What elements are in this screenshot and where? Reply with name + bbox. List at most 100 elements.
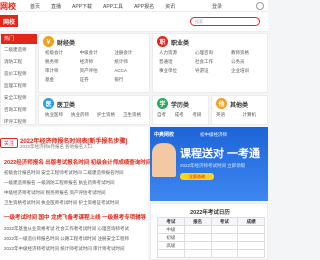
table-header: 考试 xyxy=(210,217,239,226)
table-header: 考试 xyxy=(157,217,185,226)
table-header: 成绩 xyxy=(237,217,265,226)
top-nav-item[interactable]: 直播 xyxy=(51,3,61,10)
panel-link[interactable]: 人力资源 xyxy=(159,50,193,56)
left-list-item[interactable]: 监理工程师 xyxy=(4,83,31,89)
panel-title: 财经类 xyxy=(57,41,76,47)
news-row[interactable]: 2022年中级经济师考试时间 统计师考试时间 审计师考试时间 xyxy=(4,246,125,252)
news-row[interactable]: 卫生资格考试时间 执业医师考试时间 护士资格证考试时间 xyxy=(4,200,119,206)
banner-tagline: 初中级经济师 xyxy=(200,132,227,137)
left-list-item[interactable]: 咨询工程师 xyxy=(4,107,31,113)
banner-sub: 2022年经济师考试时间 立即领取 xyxy=(180,163,246,168)
panel-link[interactable]: ACCA xyxy=(114,68,147,74)
left-list-item[interactable]: 安全工程师 xyxy=(4,95,31,101)
left-list-item[interactable]: 环评工程师 xyxy=(4,119,31,125)
briefcase-icon: 职 xyxy=(157,36,168,47)
top-nav: 首页 直播 APP下载 APP工具 APP报名 资讯 xyxy=(30,3,175,10)
table-cell xyxy=(237,249,265,258)
panel-link[interactable]: 教师资格 xyxy=(231,50,265,56)
table-row: 中级 xyxy=(157,225,265,234)
panel-other: 他 其他类 英语 计算机 xyxy=(211,95,268,125)
promo-banner[interactable]: 中奥网校 初中级经济师 课程送对 一考通 2022年经济师考试时间 立即领取 立… xyxy=(150,127,268,201)
panel-education: 学 学历类 自考 成考 考研 xyxy=(152,95,209,125)
table-cell xyxy=(183,233,212,242)
panel-link[interactable]: 注册会计 xyxy=(114,50,147,56)
banner-headline: 课程送对 一考通 xyxy=(180,148,261,160)
panel-link[interactable]: 事业单位 xyxy=(159,68,193,74)
news-row[interactable]: 2022年基金从业资格考试 社会工作者考试时间 心理咨询师考试 xyxy=(4,226,129,232)
panel-link[interactable]: 公务员 xyxy=(231,59,265,65)
table-cell xyxy=(210,241,239,250)
panel-link[interactable]: 卫生资格 xyxy=(123,112,147,118)
top-nav-item[interactable]: APP工具 xyxy=(103,3,123,10)
table-cell xyxy=(157,249,185,258)
news-row[interactable]: 2022年一级造价师报名时间 公路工程考试时间 注册安全工程师 xyxy=(4,236,129,242)
panel-link[interactable]: 心理咨询 xyxy=(195,50,229,56)
panel-vocational: 职 职业类 人力资源 心理咨询 教师资格 普通话 社会工作 公务员 事业单位 导… xyxy=(152,33,268,93)
panel-link[interactable]: 审计师 xyxy=(45,68,78,74)
panel-link[interactable]: 成考 xyxy=(175,112,191,118)
table-row xyxy=(157,249,265,258)
teacher-image xyxy=(152,143,176,177)
panel-link[interactable]: 企业培训 xyxy=(231,68,265,74)
panel-link[interactable]: 统计师 xyxy=(114,59,147,65)
table-cell: 中级 xyxy=(157,225,185,234)
user-icon[interactable] xyxy=(256,2,264,10)
panel-link[interactable]: 基金 xyxy=(45,77,78,83)
search-input[interactable]: 搜索 xyxy=(190,17,260,26)
table-cell: 初级 xyxy=(157,233,185,242)
panel-link[interactable]: 经济师 xyxy=(80,59,113,65)
left-list-item[interactable]: 造价工程师 xyxy=(4,71,31,77)
top-nav-item[interactable]: APP报名 xyxy=(134,3,154,10)
news-row[interactable]: 2022经济师报名 出版考试报名时间 初级会计师成绩查询时间 xyxy=(4,158,151,166)
panel-link[interactable]: 初级会计 xyxy=(45,50,78,56)
panel-link[interactable]: 普通话 xyxy=(159,59,193,65)
brand-logo[interactable]: 网校 xyxy=(0,15,18,27)
left-category-list: 热门 二级建造师 消防工程 造价工程师 监理工程师 安全工程师 咨询工程师 环评… xyxy=(0,33,37,148)
panel-link[interactable]: 执业药师 xyxy=(71,112,95,118)
table-cell xyxy=(237,233,265,242)
login-link[interactable]: 登录 xyxy=(212,3,222,10)
panel-link[interactable]: 考研 xyxy=(192,112,208,118)
news-row[interactable]: 一级考试时间 国中 龙虎飞备考课程上线 一级报考专项辅导 xyxy=(4,213,146,221)
panel-link[interactable]: 税务师 xyxy=(45,59,78,65)
news-row[interactable]: 中级经济师考试时间 税务师报名 资产评估考试时间 xyxy=(4,190,106,196)
left-list-item[interactable]: 消防工程 xyxy=(4,59,31,65)
left-list-header: 热门 xyxy=(1,34,37,44)
panel-link[interactable]: 护士资格 xyxy=(97,112,121,118)
panel-link[interactable]: 银行 xyxy=(114,77,147,83)
header: 网校 搜索 xyxy=(0,12,268,32)
panel-finance: ￥ 财经类 初级会计 中级会计 注册会计 税务师 经济师 统计师 审计师 资产评… xyxy=(38,33,150,93)
panel-link[interactable]: 英语 xyxy=(216,112,241,118)
panel-link[interactable]: 证券 xyxy=(80,77,113,83)
panel-link[interactable]: 资产评估 xyxy=(80,68,113,74)
panel-link[interactable]: 中级会计 xyxy=(80,50,113,56)
panel-link[interactable]: 执业医师 xyxy=(45,112,69,118)
news-row[interactable]: 初级会计报名时间 安全工程师考试时间 二级建造师报名时间 xyxy=(4,170,124,176)
calendar-table: 考试 报名 考试 成绩 中级 初级 高级 xyxy=(157,217,265,258)
top-bar: 网校 首页 直播 APP下载 APP工具 APP报名 资讯 登录 xyxy=(0,0,268,12)
panel-link[interactable]: 自考 xyxy=(157,112,173,118)
panel-link[interactable]: 计算机 xyxy=(243,112,268,118)
table-cell xyxy=(210,225,239,234)
top-nav-item[interactable]: 首页 xyxy=(30,3,40,10)
table-cell xyxy=(210,233,239,242)
left-list-item[interactable]: 二级建造师 xyxy=(4,47,31,53)
table-cell xyxy=(183,249,212,258)
banner-brand: 中奥网校 xyxy=(154,132,175,138)
top-nav-item[interactable]: APP下载 xyxy=(72,3,92,10)
table-cell xyxy=(183,225,212,234)
table-cell xyxy=(183,241,212,250)
medical-icon: 医 xyxy=(43,98,54,109)
top-nav-item[interactable]: 资讯 xyxy=(165,3,175,10)
table-cell: 高级 xyxy=(157,241,185,250)
news-subline[interactable]: 2022年经济师8月报名 各地报名入口 xyxy=(20,144,92,150)
news-row[interactable]: 一级建造师报名 一级消防工程师报名 执业药师考试时间 xyxy=(4,180,115,186)
table-cell xyxy=(237,241,265,250)
site-logo[interactable]: 网校 xyxy=(0,1,16,12)
panel-link[interactable]: 导游证 xyxy=(195,68,229,74)
yen-icon: ￥ xyxy=(43,36,54,47)
table-row: 初级 xyxy=(157,233,265,242)
panel-link[interactable]: 社会工作 xyxy=(195,59,229,65)
consult-button[interactable]: 立即咨询 xyxy=(180,173,214,180)
panel-medical: 医 医卫类 执业医师 执业药师 护士资格 卫生资格 xyxy=(38,95,150,125)
